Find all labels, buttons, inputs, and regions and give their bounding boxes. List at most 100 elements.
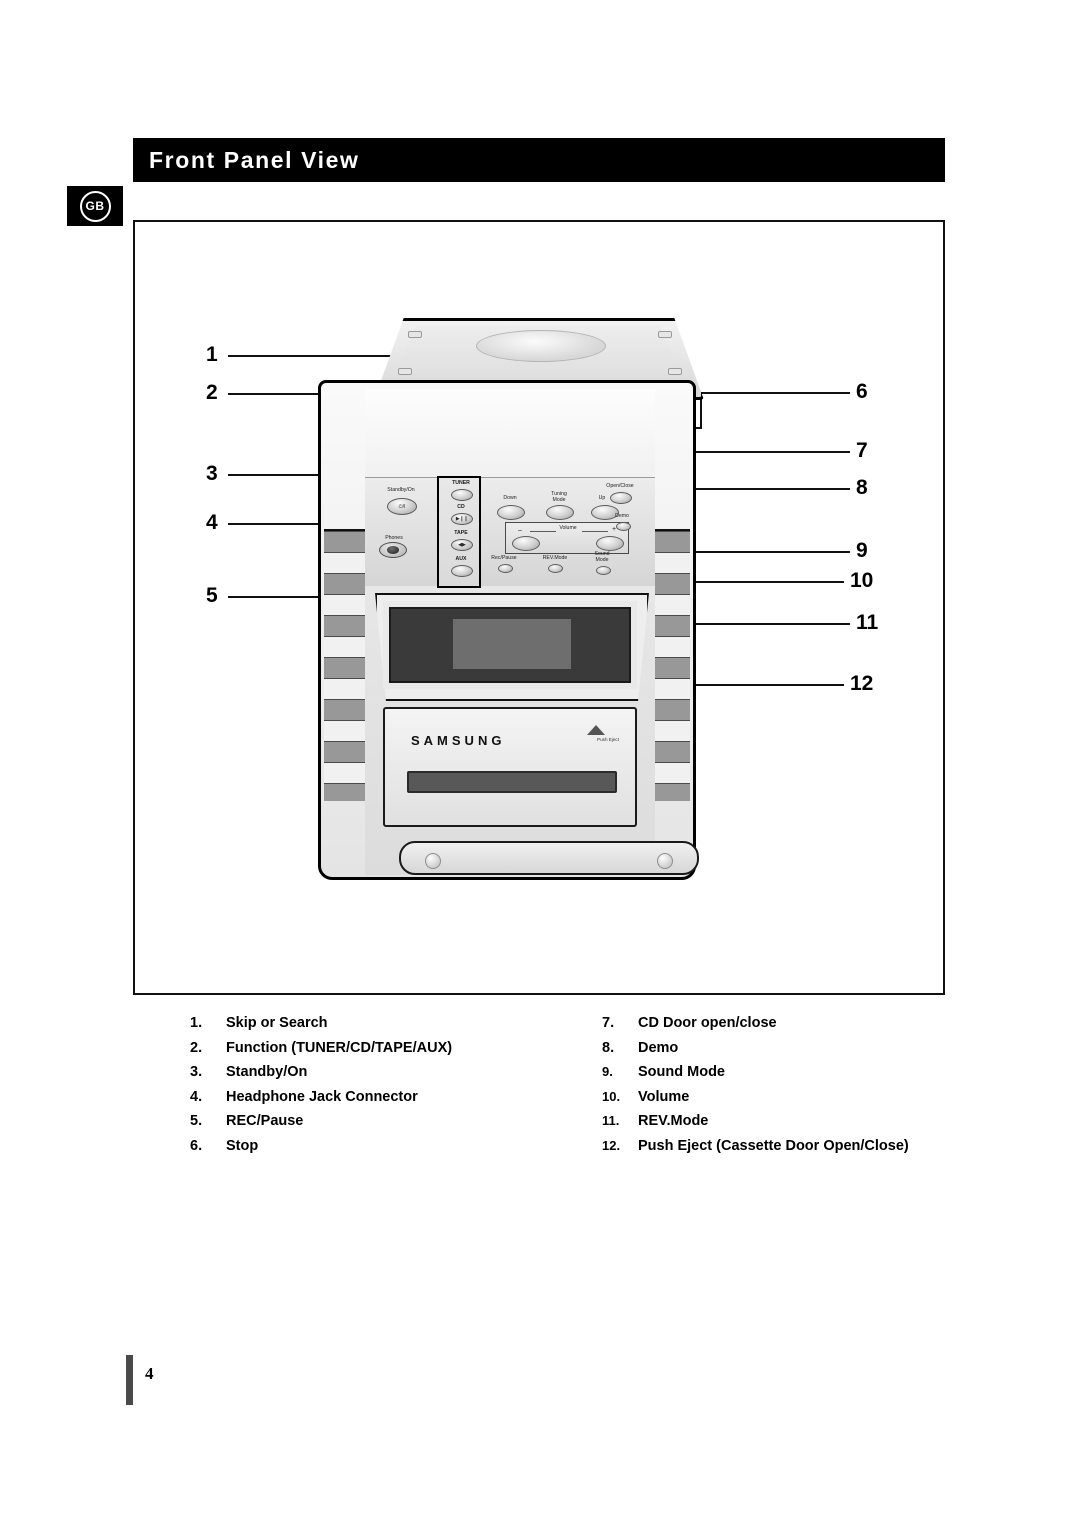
leader-line-6: [700, 392, 850, 394]
legend-label: Standby/On: [226, 1064, 308, 1080]
legend-label: REV.Mode: [638, 1113, 709, 1129]
play-pause-icon: ▶❙❙: [455, 516, 469, 522]
rev-mode-button[interactable]: [548, 564, 563, 573]
tuning-mode-label-2: Mode: [552, 497, 566, 503]
tuning-mode-button[interactable]: [546, 505, 574, 520]
callout-7: 7: [856, 439, 868, 462]
legend-number: 11.: [602, 1113, 620, 1128]
legend-number: 3.: [190, 1064, 203, 1080]
lid-screw-br: [668, 368, 682, 375]
legend-number: 4.: [190, 1088, 203, 1105]
volume-up-button[interactable]: [596, 536, 624, 551]
display-readout: [453, 619, 571, 669]
rec-pause-label: Rec/Pause: [491, 555, 517, 561]
legend-item: 12. Push Eject (Cassette Door Open/Close…: [602, 1138, 909, 1154]
legend-number: 5.: [190, 1113, 203, 1129]
callout-6: 6: [856, 380, 868, 403]
callout-4: 4: [206, 511, 218, 534]
standby-on-label: Standby/On: [387, 487, 415, 493]
callout-5: 5: [206, 584, 218, 607]
front-face: Standby/On ⏻/I Phones TUNER CD ▶❙❙ TAPE …: [365, 389, 699, 875]
brand-logo: SAMSUNG: [411, 733, 506, 748]
tuning-down-label: Down: [503, 495, 517, 501]
page-title-bar: Front Panel View: [133, 138, 945, 182]
callout-9: 9: [856, 539, 868, 562]
legend-item: 7. CD Door open/close: [602, 1015, 909, 1031]
rev-mode-label: REV.Mode: [542, 555, 568, 561]
legend-item: 1. Skip or Search: [190, 1015, 452, 1031]
volume-label: Volume: [559, 525, 577, 531]
page-number: 4: [145, 1364, 154, 1383]
callout-11: 11: [856, 611, 879, 634]
headphone-jack-hole: [387, 546, 399, 554]
legend-number: 12.: [602, 1137, 621, 1153]
legend-number: 8.: [602, 1039, 615, 1056]
control-panel: Standby/On ⏻/I Phones TUNER CD ▶❙❙ TAPE …: [365, 476, 655, 588]
tuner-label: TUNER: [452, 480, 470, 486]
callout-1: 1: [206, 343, 218, 366]
legend-number: 2.: [190, 1039, 203, 1056]
legend-label: Stop: [226, 1137, 259, 1154]
legend-item: 2. Function (TUNER/CD/TAPE/AUX): [190, 1040, 452, 1056]
demo-button[interactable]: [616, 522, 631, 531]
cassette-door[interactable]: SAMSUNG Push Eject: [383, 707, 637, 827]
aux-label: AUX: [455, 556, 467, 562]
function-button-group: TUNER CD ▶❙❙ TAPE ◀▶ AUX: [437, 476, 481, 588]
legend-label: Headphone Jack Connector: [226, 1088, 418, 1105]
tuning-down-button[interactable]: [497, 505, 525, 520]
lid-screw-tl: [408, 331, 422, 338]
page-number-rule: [126, 1355, 133, 1405]
volume-rule-right: [582, 531, 608, 532]
rec-pause-button[interactable]: [498, 564, 513, 573]
language-badge: GB: [67, 186, 123, 226]
legend-label: Skip or Search: [226, 1015, 328, 1031]
callout-2: 2: [206, 381, 218, 404]
volume-control-group: – Volume +: [505, 522, 629, 554]
legend-column-left: 1. Skip or Search 2. Function (TUNER/CD/…: [190, 1015, 452, 1162]
callout-8: 8: [856, 476, 868, 499]
tape-play-icon: ◀▶: [458, 542, 466, 548]
legend-number: 10.: [602, 1088, 621, 1104]
cd-button[interactable]: ▶❙❙: [451, 513, 473, 525]
legend-label: Sound Mode: [638, 1064, 725, 1080]
legend-item: 8. Demo: [602, 1040, 909, 1056]
legend-item: 10. Volume: [602, 1089, 909, 1105]
volume-minus-label: –: [518, 527, 522, 534]
display-window: [383, 601, 637, 689]
unit-body: Standby/On ⏻/I Phones TUNER CD ▶❙❙ TAPE …: [318, 380, 699, 880]
legend-item: 3. Standby/On: [190, 1064, 452, 1080]
legend-label: Volume: [638, 1088, 690, 1105]
manual-page: Front Panel View GB 1 2 3 4 5 6 7 8 9 10…: [0, 0, 1080, 1528]
demo-label: Demo: [615, 513, 629, 519]
tape-button[interactable]: ◀▶: [451, 539, 473, 551]
stereo-unit-illustration: Standby/On ⏻/I Phones TUNER CD ▶❙❙ TAPE …: [296, 318, 716, 888]
legend-label: REC/Pause: [226, 1113, 304, 1129]
aux-button[interactable]: [451, 565, 473, 577]
legend-number: 7.: [602, 1015, 615, 1031]
legend-item: 4. Headphone Jack Connector: [190, 1089, 452, 1105]
lid-screw-tr: [658, 331, 672, 338]
legend-item: 6. Stop: [190, 1138, 452, 1154]
legend-label: Function (TUNER/CD/TAPE/AUX): [226, 1039, 453, 1056]
legend-item: 5. REC/Pause: [190, 1113, 452, 1129]
tuner-button[interactable]: [451, 489, 473, 501]
cd-open-close-button[interactable]: [610, 492, 632, 504]
legend-label: Push Eject (Cassette Door Open/Close): [638, 1137, 909, 1154]
cassette-slot: [407, 771, 617, 793]
lid-screw-bl: [398, 368, 412, 375]
callout-12: 12: [850, 672, 874, 695]
legend-item: 11. REV.Mode: [602, 1113, 909, 1129]
legend-label: Demo: [638, 1039, 679, 1056]
callout-3: 3: [206, 462, 218, 485]
standby-on-button[interactable]: ⏻/I: [387, 498, 417, 515]
volume-down-button[interactable]: [512, 536, 540, 551]
legend-number: 9.: [602, 1064, 613, 1079]
cd-label: CD: [457, 504, 465, 510]
push-eject-icon: [587, 725, 605, 735]
callout-10: 10: [850, 569, 874, 592]
base-foot-left: [425, 853, 441, 869]
sound-mode-button[interactable]: [596, 566, 611, 575]
legend-item: 9. Sound Mode: [602, 1064, 909, 1080]
tape-label: TAPE: [454, 530, 468, 536]
headphone-jack[interactable]: [379, 542, 407, 558]
